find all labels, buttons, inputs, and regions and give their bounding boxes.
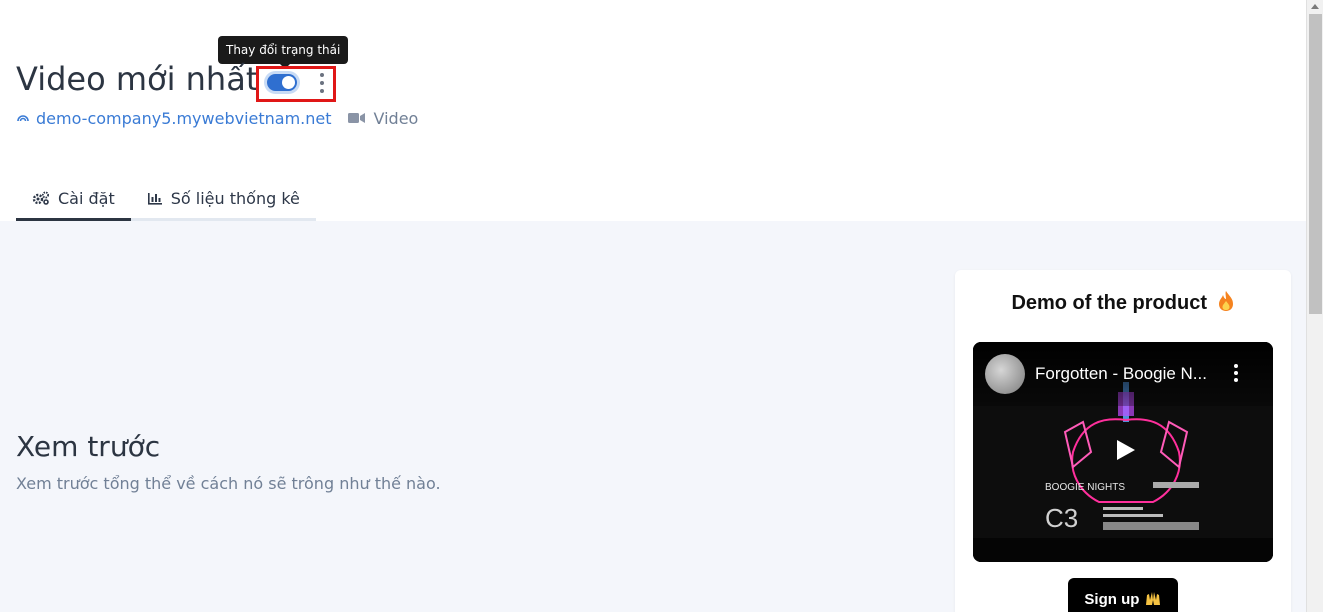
preview-title: Xem trước: [16, 430, 161, 463]
sign-up-label: Sign up: [1084, 591, 1140, 608]
tab-bar: Cài đặt Số liệu thống kê: [16, 178, 316, 221]
sign-up-button[interactable]: Sign up: [1068, 578, 1178, 612]
play-icon[interactable]: [1113, 438, 1137, 462]
gears-icon: [32, 191, 49, 205]
site-icon: [17, 115, 29, 122]
scroll-thumb[interactable]: [1309, 14, 1322, 314]
svg-text:BOOGIE NIGHTS: BOOGIE NIGHTS: [1045, 482, 1125, 493]
tab-settings[interactable]: Cài đặt: [16, 178, 131, 221]
site-link[interactable]: demo-company5.mywebvietnam.net: [36, 109, 332, 128]
content-area: Xem trước Xem trước tổng thể về cách nó …: [0, 221, 1306, 612]
bar-chart-icon: [147, 193, 162, 205]
product-card: Demo of the product BOOGIE NIGHTS C3 For…: [955, 270, 1291, 612]
scroll-up-arrow[interactable]: [1311, 4, 1319, 9]
tab-statistics-label: Số liệu thống kê: [170, 188, 300, 208]
fire-icon: [1218, 291, 1233, 311]
card-title: Demo of the product: [955, 290, 1291, 315]
page-meta: demo-company5.mywebvietnam.net Video: [16, 108, 418, 128]
svg-text:C3: C3: [1045, 503, 1078, 533]
preview-description: Xem trước tổng thể về cách nó sẽ trông n…: [16, 474, 441, 493]
video-player[interactable]: BOOGIE NIGHTS C3 Forgotten - Boogie N...: [973, 342, 1273, 562]
raised-hands-icon: [1145, 592, 1160, 605]
tab-settings-label: Cài đặt: [58, 188, 115, 208]
card-title-text: Demo of the product: [1011, 292, 1207, 314]
more-options-icon[interactable]: [316, 73, 328, 93]
type-label: Video: [373, 108, 419, 128]
tab-statistics[interactable]: Số liệu thống kê: [130, 178, 316, 221]
video-title[interactable]: Forgotten - Boogie N...: [1035, 364, 1207, 384]
toggle-knob: [282, 76, 295, 89]
more-vertical-icon[interactable]: [1233, 364, 1239, 384]
status-toggle[interactable]: [267, 74, 297, 91]
vertical-scrollbar[interactable]: [1306, 0, 1323, 612]
channel-avatar[interactable]: [985, 354, 1025, 394]
page-title: Video mới nhất: [16, 60, 259, 98]
page-header: Thay đổi trạng thái Video mới nhất demo-…: [0, 0, 1306, 221]
video-camera-icon: [347, 113, 365, 123]
